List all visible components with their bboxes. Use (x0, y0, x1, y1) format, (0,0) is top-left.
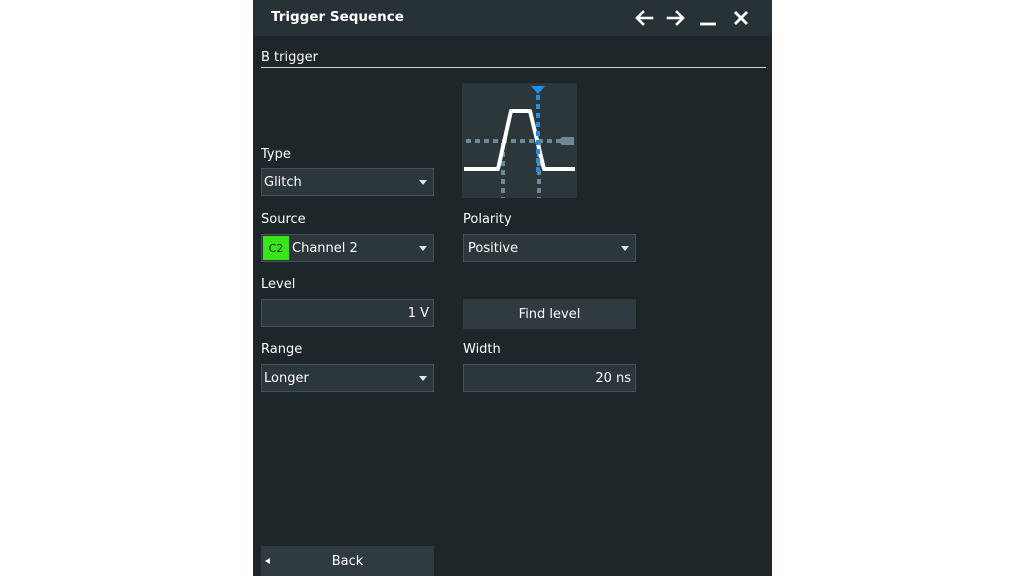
polarity-value: Positive (468, 241, 519, 256)
type-value: Glitch (264, 175, 302, 190)
back-label: Back (331, 553, 364, 569)
chevron-down-icon (621, 246, 629, 251)
glitch-waveform-icon (464, 86, 575, 198)
polarity-label: Polarity (463, 212, 512, 227)
width-value: 20 ns (595, 371, 631, 386)
back-button[interactable]: Back (261, 546, 434, 576)
find-level-button[interactable]: Find level (463, 299, 636, 329)
polarity-select[interactable]: Positive (463, 234, 636, 262)
close-icon[interactable] (727, 4, 755, 32)
level-value: 1 V (407, 306, 429, 321)
section-heading-b-trigger: B trigger (261, 50, 318, 65)
title-bar: Trigger Sequence (253, 0, 772, 36)
source-label: Source (261, 212, 306, 227)
range-value: Longer (264, 371, 309, 386)
source-select[interactable]: C2 Channel 2 (261, 234, 434, 262)
chevron-down-icon (419, 180, 427, 185)
arrow-left-icon[interactable] (630, 4, 658, 32)
section-divider (261, 67, 766, 68)
source-value: Channel 2 (292, 241, 358, 256)
channel-badge: C2 (263, 236, 289, 260)
type-label: Type (261, 147, 291, 162)
chevron-down-icon (419, 376, 427, 381)
back-arrow-icon (265, 558, 270, 564)
level-input[interactable]: 1 V (261, 299, 434, 327)
chevron-down-icon (419, 246, 427, 251)
width-input[interactable]: 20 ns (463, 364, 636, 392)
trigger-sequence-dialog: Trigger Sequence B trigger Type Glitch S… (253, 0, 772, 576)
type-select[interactable]: Glitch (261, 168, 434, 196)
width-label: Width (463, 342, 501, 357)
range-label: Range (261, 342, 303, 357)
minimize-icon[interactable] (694, 4, 722, 32)
level-label: Level (261, 277, 296, 292)
dialog-title: Trigger Sequence (271, 9, 404, 25)
glitch-trigger-preview (462, 83, 577, 198)
range-select[interactable]: Longer (261, 364, 434, 392)
arrow-right-icon[interactable] (662, 4, 690, 32)
